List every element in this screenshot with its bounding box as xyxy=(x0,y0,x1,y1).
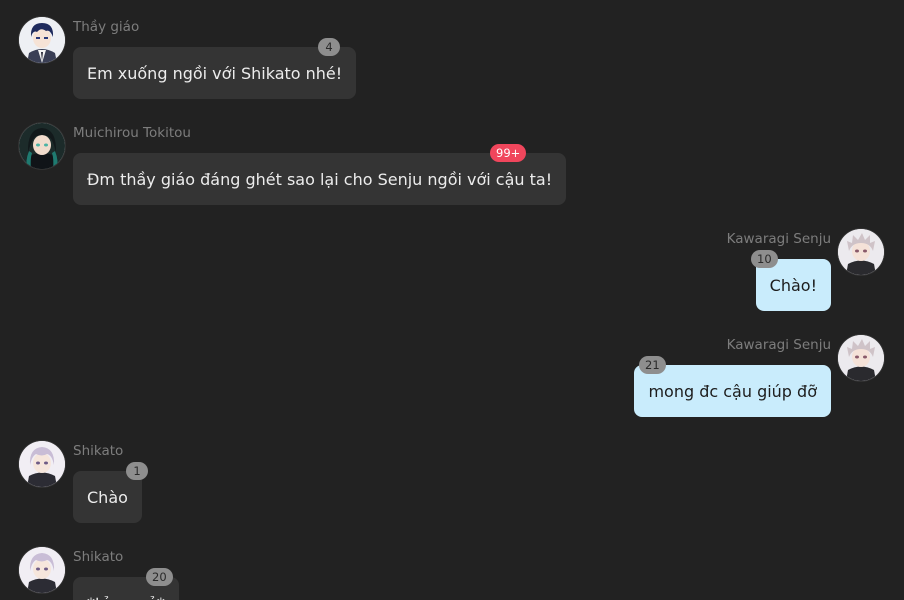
sender-name: Shikato xyxy=(73,443,124,459)
sender-name: Shikato xyxy=(73,549,124,565)
senju-avatar-icon[interactable] xyxy=(838,335,884,381)
sender-name: Thầy giáo xyxy=(73,19,140,35)
muichirou-avatar-icon[interactable] xyxy=(19,123,65,169)
reaction-count-badge[interactable]: 99+ xyxy=(490,144,527,162)
senju-avatar-icon[interactable] xyxy=(838,229,884,275)
sender-name: Kawaragi Senju xyxy=(726,231,831,247)
shikato-avatar-icon[interactable] xyxy=(19,547,65,593)
message-bubble[interactable]: mong đc cậu giúp đỡ xyxy=(634,365,831,417)
chat-thread: Thầy giáo Em xuống ngồi với Shikato nhé!… xyxy=(0,0,904,600)
message-bubble[interactable]: Đm thầy giáo đáng ghét sao lại cho Senju… xyxy=(73,153,567,205)
reaction-count-badge[interactable]: 20 xyxy=(146,568,173,586)
sender-name: Muichirou Tokitou xyxy=(73,125,191,141)
message-bubble[interactable]: Em xuống ngồi với Shikato nhé! xyxy=(73,47,357,99)
sender-name: Kawaragi Senju xyxy=(726,337,831,353)
reaction-count-badge[interactable]: 4 xyxy=(318,38,340,56)
reaction-count-badge[interactable]: 21 xyxy=(639,356,666,374)
reaction-count-badge[interactable]: 1 xyxy=(126,462,148,480)
teacher-avatar-icon[interactable] xyxy=(19,17,65,63)
reaction-count-badge[interactable]: 10 xyxy=(751,250,778,268)
shikato-avatar-icon[interactable] xyxy=(19,441,65,487)
